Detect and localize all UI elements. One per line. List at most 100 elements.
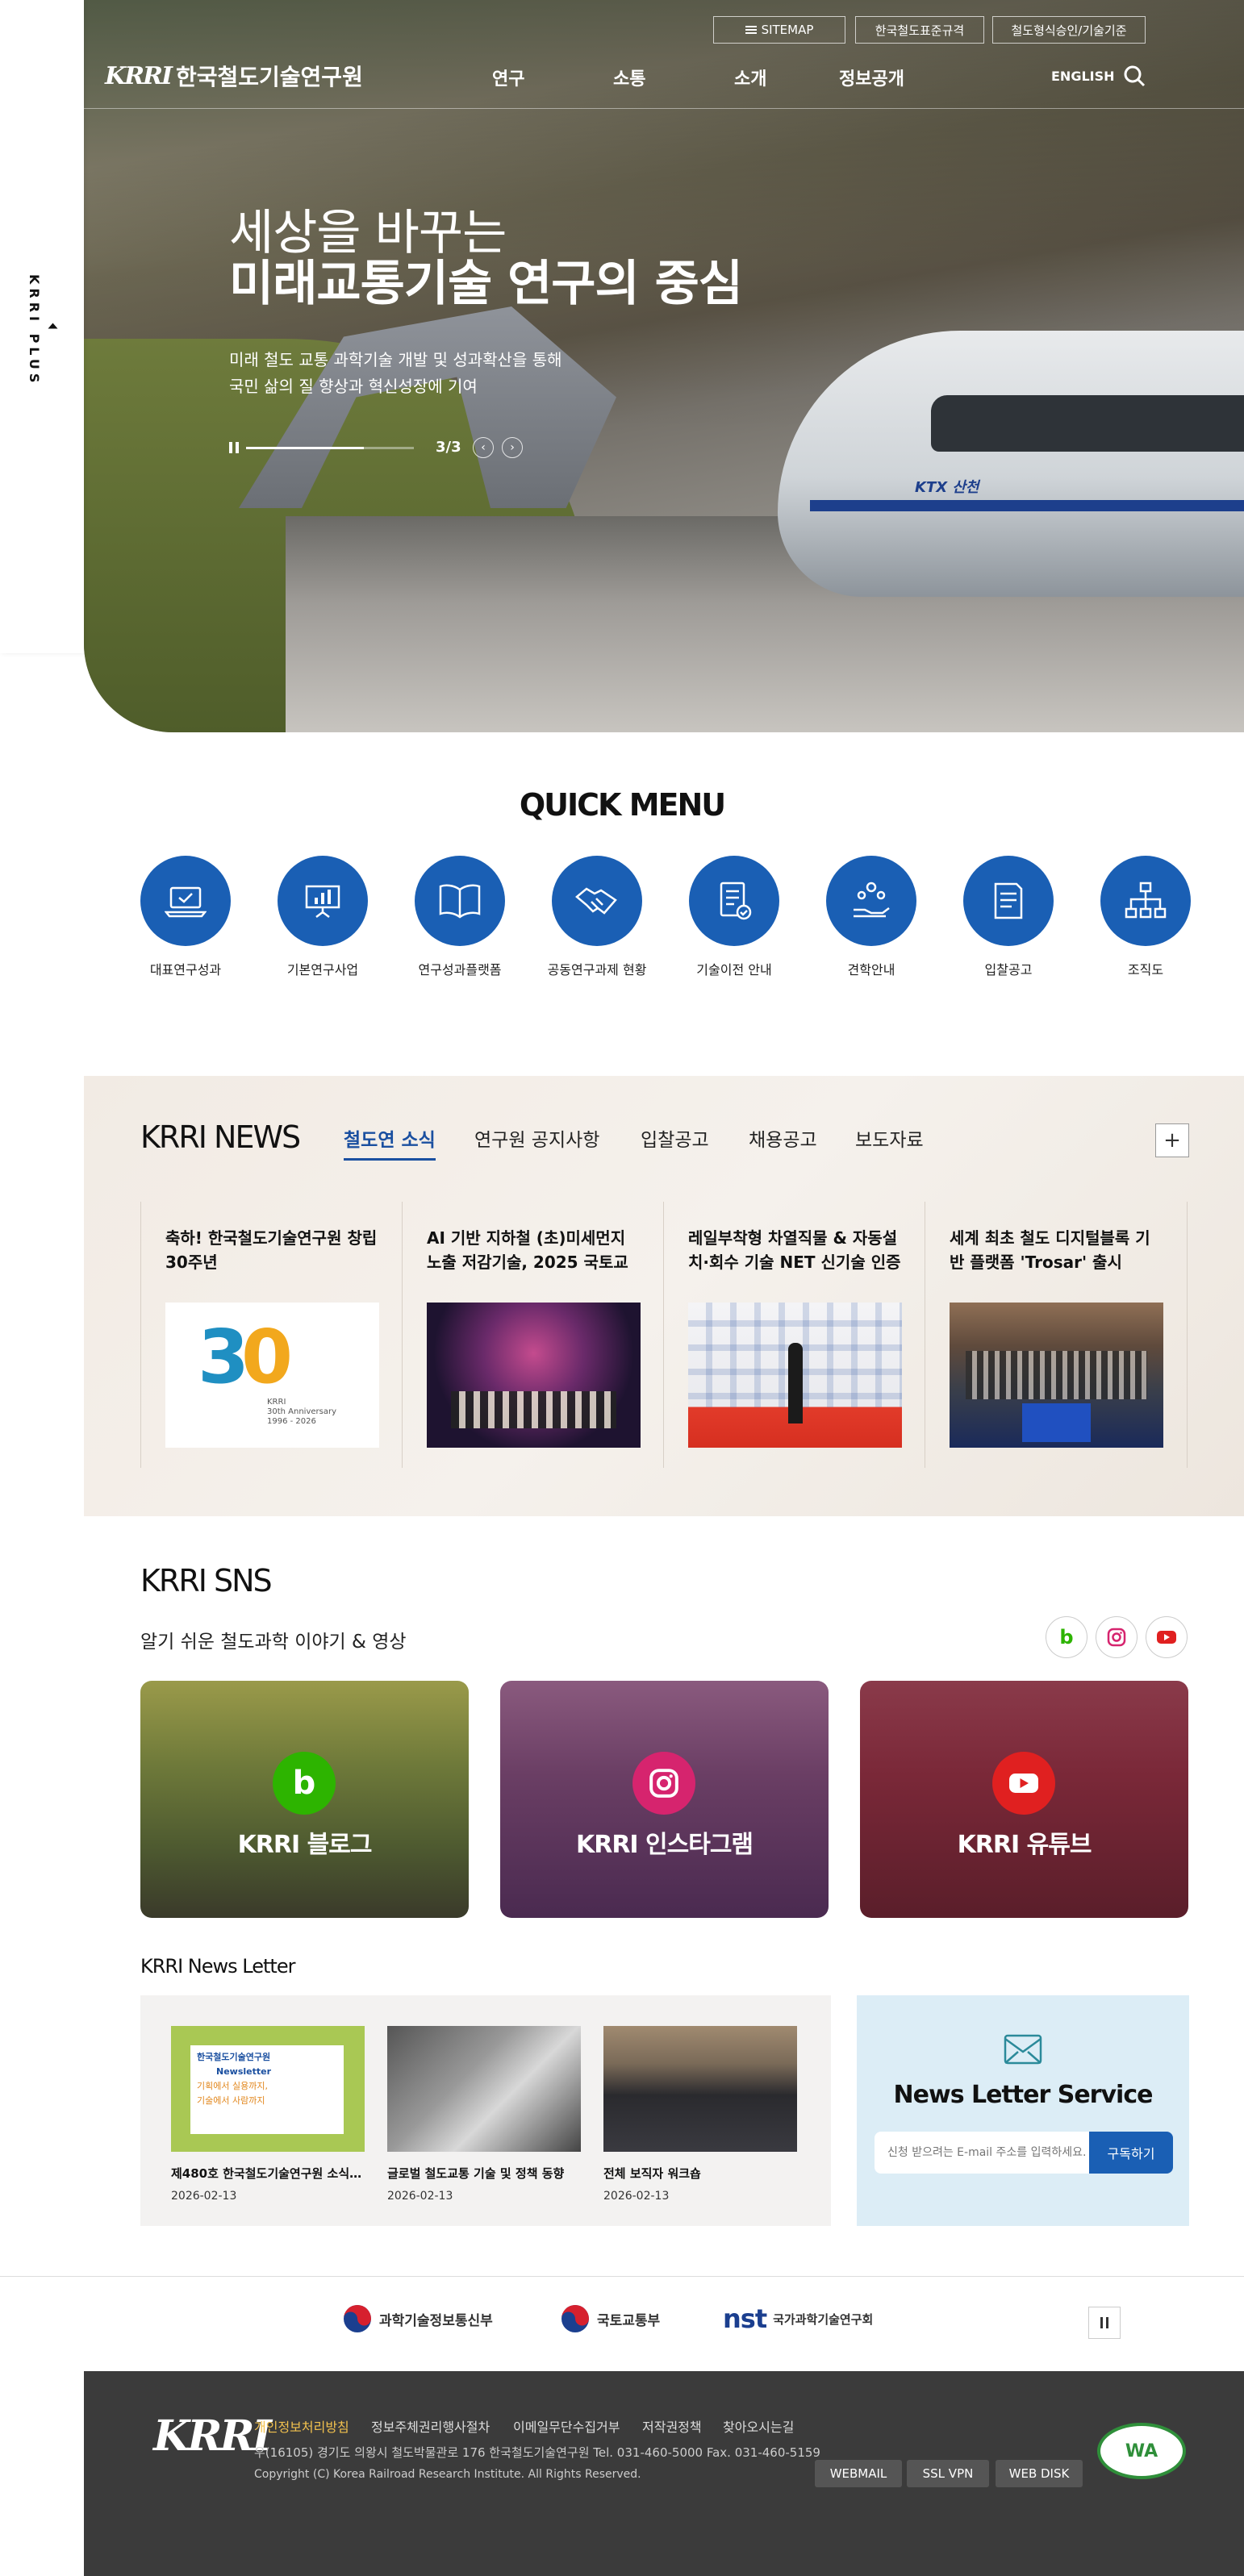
ssl-vpn-button[interactable]: SSL VPN bbox=[907, 2460, 989, 2487]
sns-blog-link[interactable]: b bbox=[1046, 1616, 1087, 1658]
newsletter-item-date: 2026-02-13 bbox=[387, 2190, 453, 2203]
tab-krri-news[interactable]: 철도연 소식 bbox=[344, 1124, 436, 1161]
footer-copyright: Copyright (C) Korea Railroad Research In… bbox=[254, 2468, 641, 2481]
type-approval-label: 철도형식승인/기술기준 bbox=[1011, 23, 1127, 38]
search-icon[interactable] bbox=[1123, 65, 1146, 87]
footer-link-privacy[interactable]: 개인정보처리방침 bbox=[254, 2416, 349, 2436]
web-disk-button[interactable]: WEB DISK bbox=[996, 2460, 1083, 2487]
sns-card-blog[interactable]: b KRRI 블로그 bbox=[140, 1681, 469, 1918]
web-accessibility-badge: WA bbox=[1097, 2423, 1186, 2479]
train-badge: KTX 산천 bbox=[915, 479, 979, 496]
quick-menu-item-tour-guide[interactable]: 견학안내 bbox=[803, 856, 940, 980]
quick-menu-label: 조직도 bbox=[1127, 962, 1164, 977]
partner-msit[interactable]: 과학기술정보통신부 bbox=[342, 2303, 493, 2334]
news-card[interactable]: 레일부착형 차열직물 & 자동설치·회수 기술 NET 신기술 인증 bbox=[663, 1202, 925, 1468]
sitemap-label: SITEMAP bbox=[761, 23, 814, 37]
slide-progress-fill bbox=[246, 447, 364, 449]
anniversary-years: 1996 - 2026 bbox=[267, 1417, 316, 1426]
newsletter-thumb-line1: 기획에서 실용까지, bbox=[197, 2081, 268, 2091]
news-card-title: AI 기반 지하철 (초)미세먼지 노출 저감기술, 2025 국토교통 … bbox=[427, 1228, 628, 1272]
partner-nst[interactable]: nst 국가과학기술연구회 bbox=[723, 2303, 873, 2334]
webmail-button[interactable]: WEBMAIL bbox=[815, 2460, 902, 2487]
slide-pause-button[interactable] bbox=[229, 442, 240, 453]
quick-menu-label: 대표연구성과 bbox=[149, 962, 222, 977]
presentation-icon bbox=[305, 885, 340, 918]
tab-recruit[interactable]: 채용공고 bbox=[749, 1124, 817, 1152]
sns-card-label: KRRI 인스타그램 bbox=[575, 1831, 753, 1859]
news-card-title: 세계 최초 철도 디지털블록 기반 플랫폼 'Trosar' 출시 bbox=[950, 1228, 1150, 1272]
tab-bids[interactable]: 입찰공고 bbox=[641, 1124, 709, 1152]
slide-prev-button[interactable]: ‹ bbox=[473, 437, 494, 458]
newsletter-item[interactable]: 한국철도기술연구원 Newsletter 기획에서 실용까지, 기술에서 사람까… bbox=[171, 2026, 365, 2203]
tab-press[interactable]: 보도자료 bbox=[855, 1124, 924, 1152]
newsletter-item[interactable]: 글로벌 철도교통 기술 및 정책 동향 2026-02-13 bbox=[387, 2026, 581, 2203]
partner-label: 국가과학기술연구회 bbox=[773, 2311, 874, 2327]
gnb-research[interactable]: 연구 bbox=[492, 65, 524, 90]
news-card[interactable]: AI 기반 지하철 (초)미세먼지 노출 저감기술, 2025 국토교통 … bbox=[402, 1202, 664, 1468]
newsletter-item-title: 전체 보직자 워크숍 bbox=[603, 2166, 701, 2181]
org-chart-icon bbox=[1125, 882, 1167, 919]
slide-counter: 3/3 bbox=[436, 439, 461, 456]
krri-plus-side-tab[interactable]: KRRI PLUS bbox=[0, 0, 84, 653]
quick-menu-item-research-results[interactable]: 대표연구성과 bbox=[117, 856, 254, 980]
newsletter-thumb-line2: 기술에서 사람까지 bbox=[197, 2095, 265, 2106]
quick-menu-label: 입찰공고 bbox=[984, 962, 1033, 977]
railway-standard-button[interactable]: 한국철도표준규격 bbox=[855, 16, 984, 44]
newsletter-item[interactable]: 전체 보직자 워크숍 2026-02-13 bbox=[603, 2026, 797, 2203]
tab-notices[interactable]: 연구원 공지사항 bbox=[474, 1124, 599, 1152]
footer-link-rights[interactable]: 정보주체권리행사절차 bbox=[371, 2416, 490, 2436]
news-card-title: 레일부착형 차열직물 & 자동설치·회수 기술 NET 신기술 인증 bbox=[688, 1228, 901, 1272]
newsletter-thumb-title: Newsletter bbox=[216, 2066, 272, 2077]
hero-subtitle-line1: 미래 철도 교통 과학기술 개발 및 성과확산을 통해 bbox=[229, 350, 562, 369]
quick-menu-label: 견학안내 bbox=[847, 962, 895, 977]
sns-card-label: KRRI 유튜브 bbox=[957, 1831, 1092, 1859]
slide-progress-bar bbox=[246, 447, 414, 449]
sns-youtube-link[interactable] bbox=[1146, 1616, 1188, 1658]
menu-icon bbox=[745, 26, 757, 34]
english-link[interactable]: ENGLISH bbox=[1051, 69, 1115, 84]
side-tab-arrow-icon bbox=[48, 323, 58, 329]
sns-card-youtube[interactable]: KRRI 유튜브 bbox=[860, 1681, 1188, 1918]
logo-mark: KRRI bbox=[105, 61, 173, 90]
partner-pause-button[interactable] bbox=[1088, 2307, 1121, 2339]
type-approval-button[interactable]: 철도형식승인/기술기준 bbox=[992, 16, 1146, 44]
subscribe-button[interactable]: 구독하기 bbox=[1089, 2132, 1173, 2174]
hero-train: KTX 산천 bbox=[778, 331, 1244, 597]
gnb-about[interactable]: 소개 bbox=[734, 65, 766, 90]
partner-molit[interactable]: 국토교통부 bbox=[560, 2303, 660, 2334]
quick-menu-item-org-chart[interactable]: 조직도 bbox=[1077, 856, 1214, 980]
news-card[interactable]: 축하! 한국철도기술연구원 창립 30주년 30 KRRI 30th Anniv… bbox=[140, 1202, 403, 1468]
logo-text: 한국철도기술연구원 bbox=[175, 64, 363, 90]
taegeuk-icon bbox=[344, 2305, 371, 2332]
gnb-communication[interactable]: 소통 bbox=[613, 65, 645, 90]
quick-menu-item-basic-research[interactable]: 기본연구사업 bbox=[254, 856, 391, 980]
newsletter-email-input[interactable] bbox=[875, 2132, 1091, 2174]
news-card[interactable]: 세계 최초 철도 디지털블록 기반 플랫폼 'Trosar' 출시 bbox=[925, 1202, 1188, 1468]
site-logo[interactable]: KRRI 한국철도기술연구원 bbox=[105, 60, 363, 92]
sns-instagram-link[interactable] bbox=[1096, 1616, 1138, 1658]
newsletter-item-date: 2026-02-13 bbox=[171, 2190, 237, 2203]
news-more-button[interactable]: + bbox=[1155, 1123, 1189, 1157]
gnb-disclosure[interactable]: 정보공개 bbox=[839, 65, 904, 90]
quick-menu-item-joint-research[interactable]: 공동연구과제 현황 bbox=[528, 856, 666, 980]
footer-link-directions[interactable]: 찾아오시는길 bbox=[723, 2416, 794, 2436]
youtube-icon bbox=[1009, 1774, 1038, 1793]
newsletter-thumb bbox=[387, 2026, 581, 2152]
handshake-icon bbox=[575, 887, 617, 915]
newsletter-item-title: 글로벌 철도교통 기술 및 정책 동향 bbox=[387, 2166, 565, 2181]
slide-next-button[interactable]: › bbox=[502, 437, 523, 458]
quick-menu-item-tech-transfer[interactable]: 기술이전 안내 bbox=[666, 856, 803, 980]
sns-card-instagram[interactable]: KRRI 인스타그램 bbox=[500, 1681, 829, 1918]
notice-icon bbox=[994, 882, 1023, 919]
hand-people-icon bbox=[854, 882, 890, 918]
sitemap-button[interactable]: SITEMAP bbox=[713, 16, 845, 44]
newsletter-thumb bbox=[603, 2026, 797, 2152]
footer-link-copyright[interactable]: 저작권정책 bbox=[642, 2416, 702, 2436]
footer-link-email-refusal[interactable]: 이메일무단수집거부 bbox=[513, 2416, 620, 2436]
header-divider bbox=[84, 108, 1244, 109]
quick-menu-item-results-platform[interactable]: 연구성과플랫폼 bbox=[391, 856, 528, 980]
quick-menu-label: 기본연구사업 bbox=[286, 962, 359, 977]
newsletter-thumb-org: 한국철도기술연구원 bbox=[197, 2052, 271, 2062]
nst-logo-icon: nst bbox=[723, 2303, 767, 2334]
quick-menu-item-bid-notice[interactable]: 입찰공고 bbox=[940, 856, 1077, 980]
